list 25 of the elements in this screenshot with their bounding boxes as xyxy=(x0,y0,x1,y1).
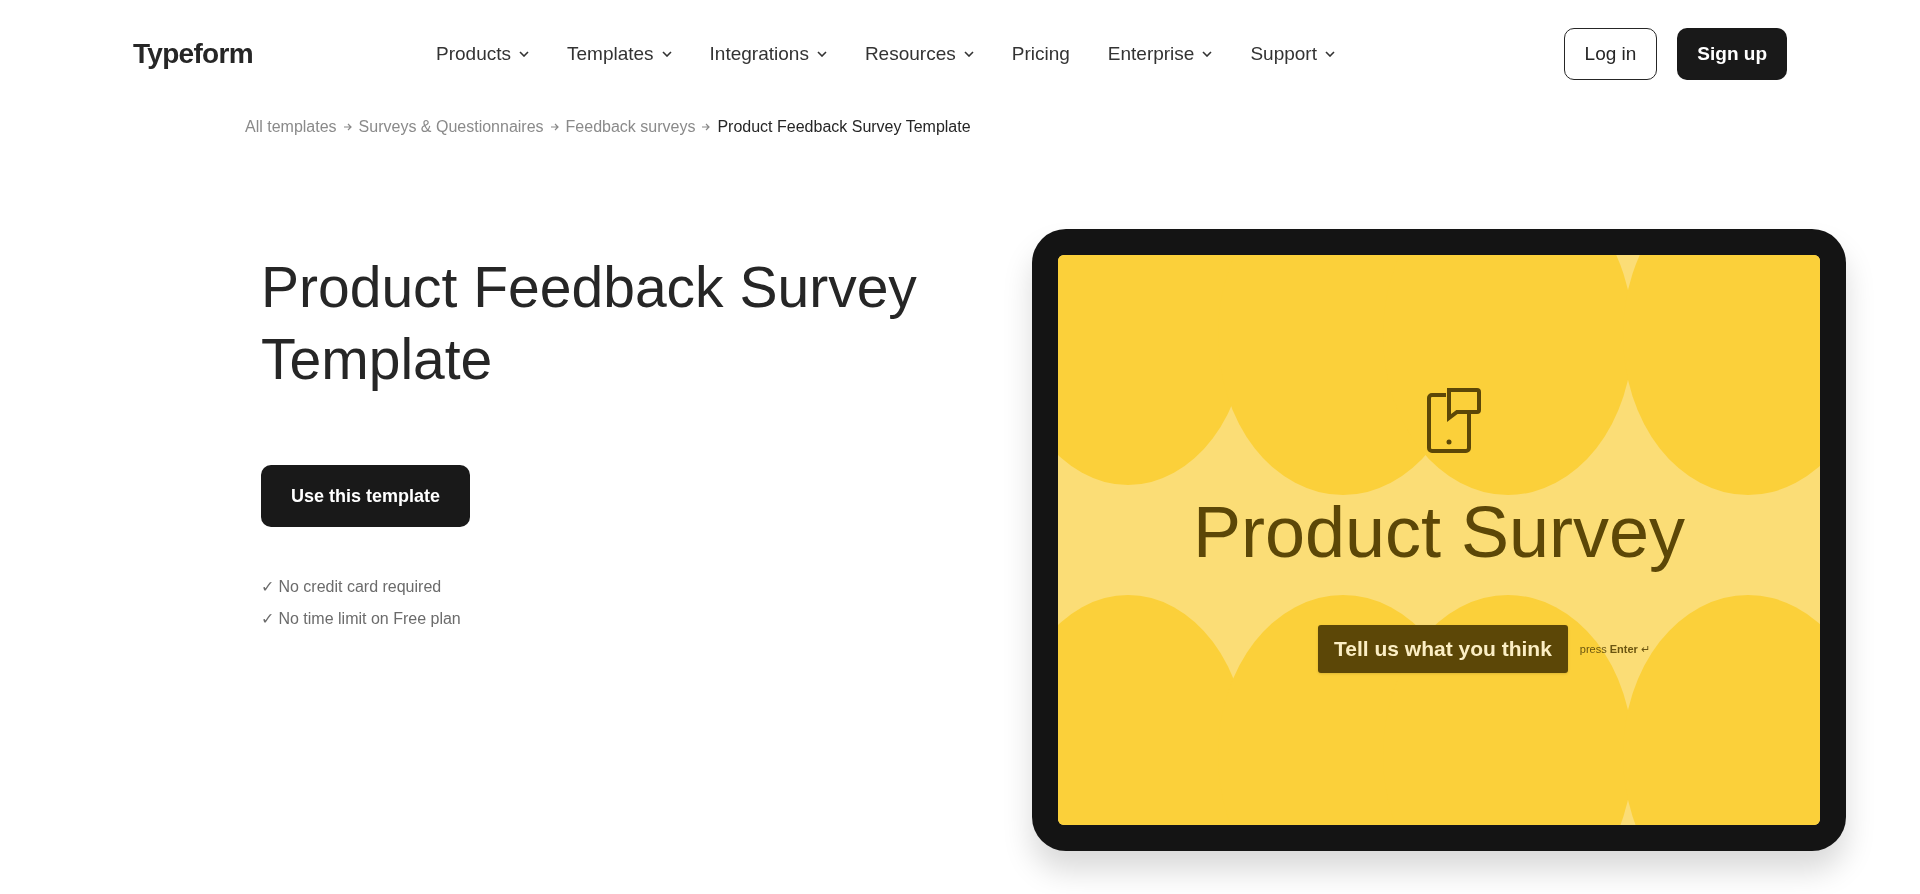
login-button[interactable]: Log in xyxy=(1563,28,1658,80)
nav-link[interactable]: Enterprise xyxy=(1107,39,1213,69)
nav-link[interactable]: Support xyxy=(1250,39,1335,69)
use-template-button[interactable]: Use this template xyxy=(261,465,471,527)
keyboard-hint: press Enter ↵ xyxy=(1579,641,1650,657)
arrow-right-icon xyxy=(549,122,560,132)
page-title: Product Feedback Survey Template xyxy=(261,254,918,393)
breadcrumb-link[interactable]: All templates xyxy=(245,115,337,139)
nav-link[interactable]: Resources xyxy=(864,39,974,69)
tablet-icon xyxy=(1426,387,1482,453)
nav-link[interactable]: Integrations xyxy=(709,39,827,69)
logo[interactable]: Typeform xyxy=(133,33,333,75)
feature-note: ✓ No time limit on Free plan xyxy=(261,609,462,629)
nav-link[interactable]: Pricing xyxy=(1011,39,1070,69)
survey-heading: Product Survey xyxy=(1192,491,1686,574)
arrow-right-icon xyxy=(342,122,353,132)
signup-button[interactable]: Sign up xyxy=(1677,28,1787,80)
breadcrumb-link[interactable]: Surveys & Questionnaires xyxy=(358,115,544,139)
feature-note: ✓ No credit card required xyxy=(261,577,443,597)
breadcrumb-current[interactable]: Product Feedback Survey Template xyxy=(717,115,971,139)
breadcrumb-link[interactable]: Feedback surveys xyxy=(565,115,696,139)
survey-start-button[interactable]: Tell us what you think xyxy=(1318,625,1568,673)
nav-link[interactable]: Templates xyxy=(567,39,672,69)
arrow-right-icon xyxy=(701,122,712,132)
nav-link[interactable]: Products xyxy=(436,39,529,69)
